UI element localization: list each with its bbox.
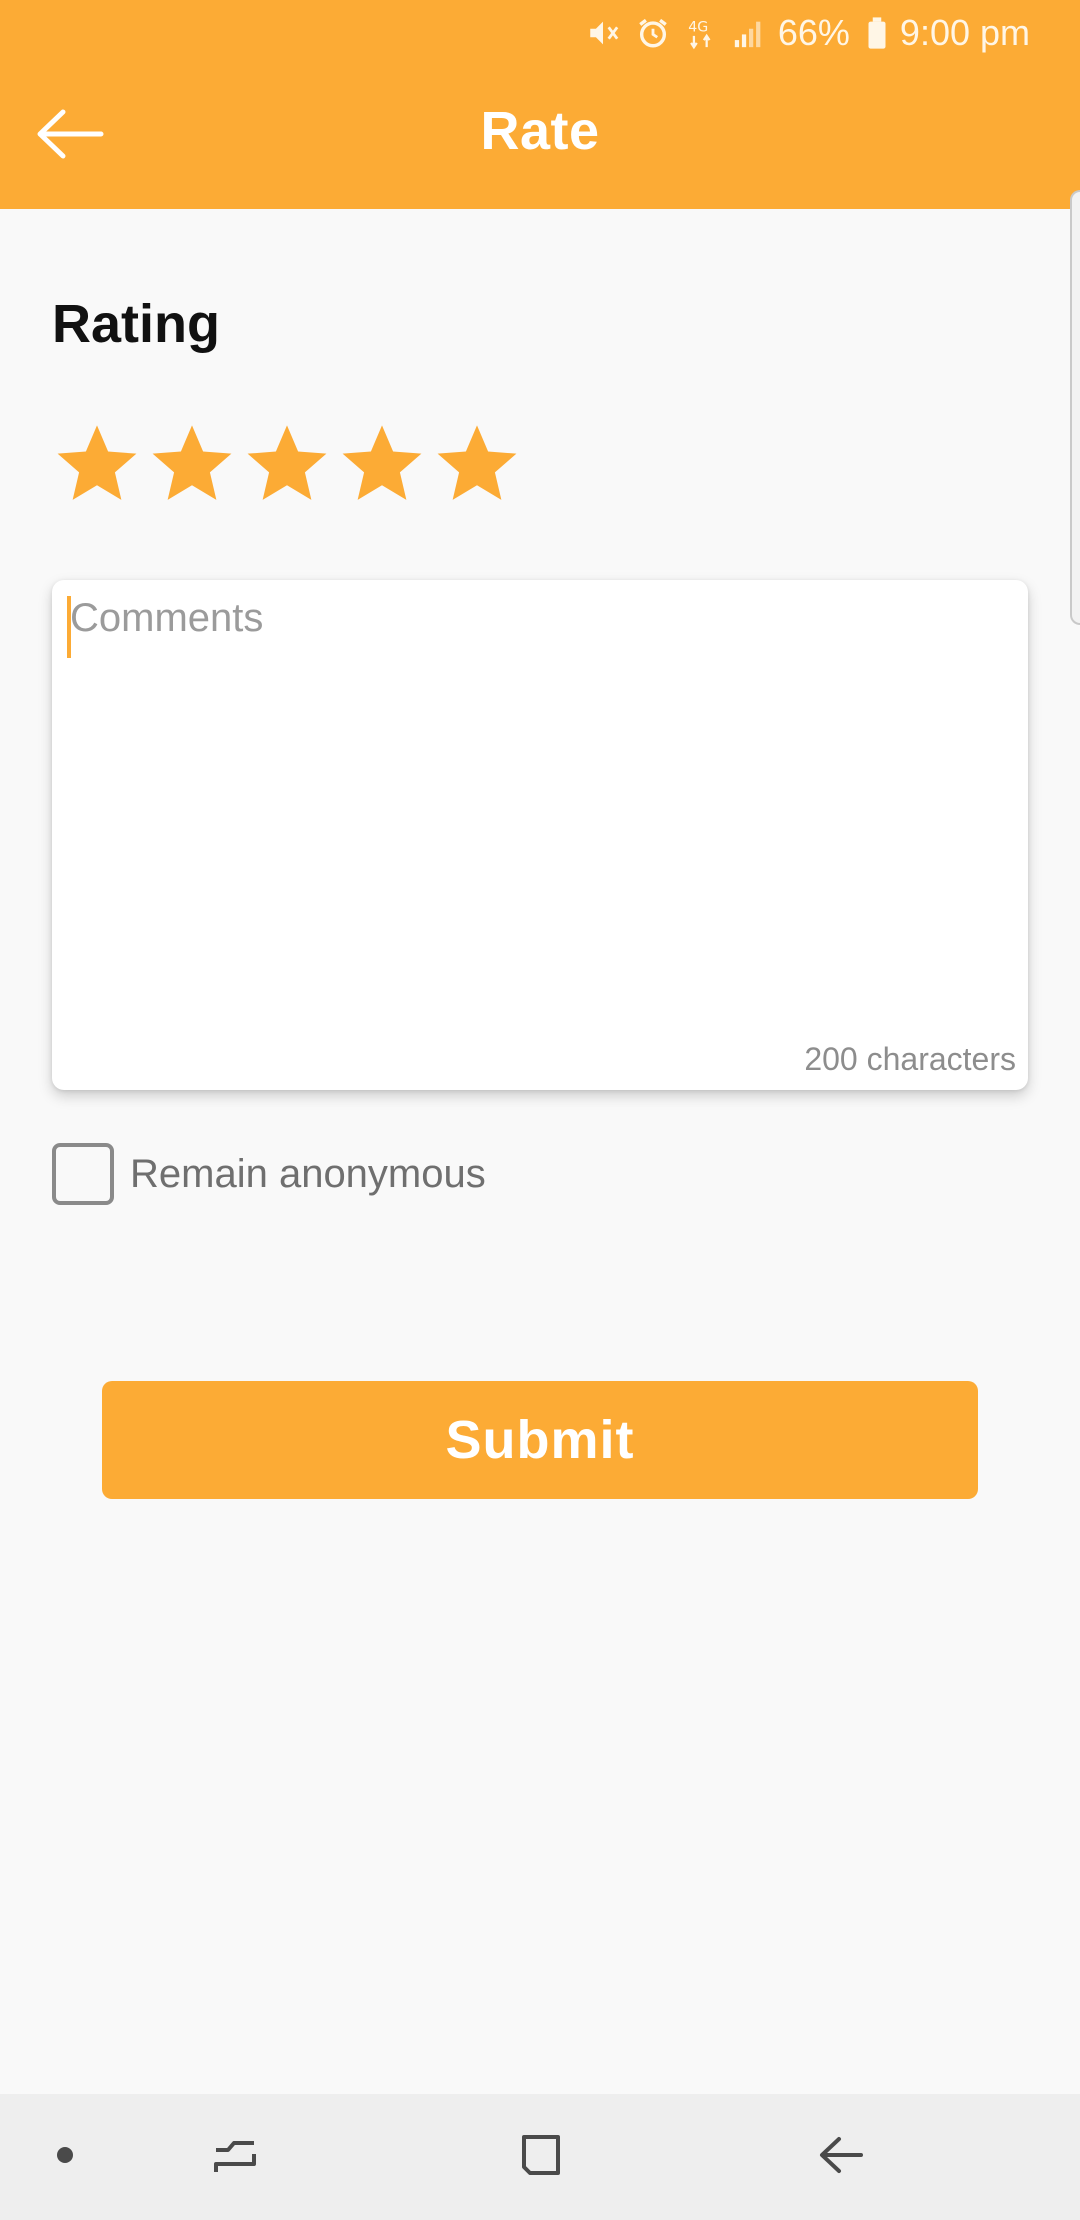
recent-apps-button[interactable] [190,2094,280,2220]
home-icon [516,2131,564,2184]
mute-icon [586,16,620,50]
signal-icon [732,16,766,50]
anonymous-option[interactable]: Remain anonymous [52,1143,486,1205]
battery-percent: 66% [777,12,850,53]
page-title: Rate [480,101,600,161]
svg-text:4G: 4G [688,20,708,36]
star-icon-3[interactable] [244,420,330,506]
submit-button[interactable]: Submit [102,1381,978,1499]
alarm-icon [636,16,670,50]
rating-label: Rating [52,294,220,354]
anonymous-label: Remain anonymous [130,1151,486,1196]
star-icon-5[interactable] [434,420,520,506]
network-4g-icon: 4G [686,16,716,50]
back-icon [815,2130,865,2185]
recent-apps-icon [210,2130,260,2185]
star-icon-2[interactable] [149,420,235,506]
home-button[interactable] [495,2094,585,2220]
star-rating[interactable] [54,420,529,506]
battery-icon [866,16,888,50]
nav-dot-button[interactable] [30,2094,100,2220]
status-bar: 4G 66% 9:00 pm [0,0,1080,66]
dot-icon [56,2146,74,2169]
comment-card: 200 characters [52,580,1028,1090]
system-nav-bar [0,2094,1080,2220]
edge-panel-handle[interactable] [1070,190,1080,625]
character-counter: 200 characters [804,1041,1016,1077]
star-icon-4[interactable] [339,420,425,506]
comments-input[interactable] [68,596,1012,1016]
star-icon-1[interactable] [54,420,140,506]
nav-back-button[interactable] [795,2094,885,2220]
anonymous-checkbox[interactable] [52,1143,114,1205]
status-time: 9:00 pm [899,12,1030,53]
app-header: 4G 66% 9:00 pm Rate [0,0,1080,209]
